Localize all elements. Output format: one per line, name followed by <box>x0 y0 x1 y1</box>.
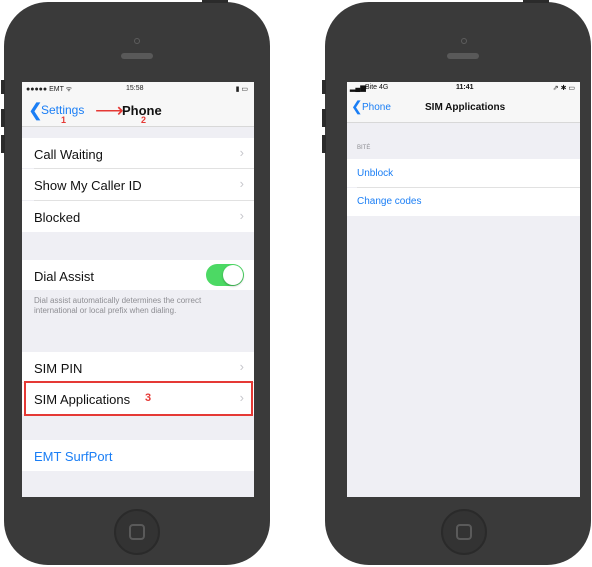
home-button[interactable] <box>441 509 487 555</box>
clock: 11:41 <box>456 84 474 91</box>
status-icons: ⇗ ✱ ▭ <box>552 85 575 92</box>
row-show-caller-id[interactable]: Show My Caller ID › <box>22 169 254 200</box>
earpiece-speaker <box>121 53 153 59</box>
section-header: BITĖ <box>357 145 371 151</box>
power-button <box>202 0 228 3</box>
toggle-knob <box>223 265 243 285</box>
row-dial-assist: Dial Assist <box>22 260 254 290</box>
left-phone: ●●●●● EMT ᯤ 15:58 ▮ ▭ ❮ Settings ⟶ Phone… <box>1 0 270 565</box>
nav-bar: ❮ Settings ⟶ Phone 1 2 <box>22 96 254 127</box>
right-phone: ▂▄▆ Bite 4G 11:41 ⇗ ✱ ▭ ❮ Phone SIM Appl… <box>322 0 591 565</box>
volume-up-button <box>322 109 326 127</box>
mute-switch <box>322 80 326 94</box>
chevron-right-icon: › <box>239 208 244 223</box>
back-chevron-icon[interactable]: ❮ <box>351 99 363 113</box>
status-bar: ●●●●● EMT ᯤ 15:58 ▮ ▭ <box>22 82 254 96</box>
row-blocked[interactable]: Blocked › <box>22 201 254 232</box>
row-call-waiting[interactable]: Call Waiting › <box>22 138 254 168</box>
signal-bars-icon: ▂▄▆ <box>350 85 366 92</box>
volume-down-button <box>322 135 326 153</box>
back-button-phone[interactable]: Phone <box>362 102 391 113</box>
mute-switch <box>1 80 5 94</box>
volume-up-button <box>1 109 5 127</box>
volume-down-button <box>1 135 5 153</box>
home-square-icon <box>456 524 472 540</box>
chevron-right-icon: › <box>239 145 244 160</box>
carrier-signal: ●●●●● EMT ᯤ <box>26 86 73 93</box>
dial-assist-footnote: Dial assist automatically determines the… <box>34 296 202 315</box>
step-2-label: 2 <box>141 115 147 125</box>
dial-assist-toggle[interactable] <box>206 264 244 286</box>
home-square-icon <box>129 524 145 540</box>
step-1-label: 1 <box>61 115 67 125</box>
right-screen: ▂▄▆ Bite 4G 11:41 ⇗ ✱ ▭ ❮ Phone SIM Appl… <box>347 82 580 497</box>
sim-applications-highlight <box>24 381 253 416</box>
chevron-right-icon: › <box>239 359 244 374</box>
nav-bar: ❮ Phone SIM Applications <box>347 94 580 123</box>
battery-icon: ▮ ▭ <box>235 86 248 93</box>
row-sim-pin[interactable]: SIM PIN › <box>22 352 254 382</box>
red-arrow-annotation: ⟶ <box>95 100 124 122</box>
front-camera <box>134 38 140 44</box>
row-unblock[interactable]: Unblock <box>347 159 580 187</box>
front-camera <box>461 38 467 44</box>
page-title: SIM Applications <box>425 102 506 113</box>
row-change-codes[interactable]: Change codes <box>347 188 580 216</box>
left-screen: ●●●●● EMT ᯤ 15:58 ▮ ▭ ❮ Settings ⟶ Phone… <box>22 82 254 497</box>
power-button <box>523 0 549 3</box>
earpiece-speaker <box>447 53 479 59</box>
row-emt-surfport[interactable]: EMT SurfPort <box>22 440 254 471</box>
clock: 15:58 <box>126 85 144 92</box>
carrier-label: Bite 4G <box>365 84 389 91</box>
status-bar: ▂▄▆ Bite 4G 11:41 ⇗ ✱ ▭ <box>347 82 580 94</box>
home-button[interactable] <box>114 509 160 555</box>
chevron-right-icon: › <box>239 176 244 191</box>
